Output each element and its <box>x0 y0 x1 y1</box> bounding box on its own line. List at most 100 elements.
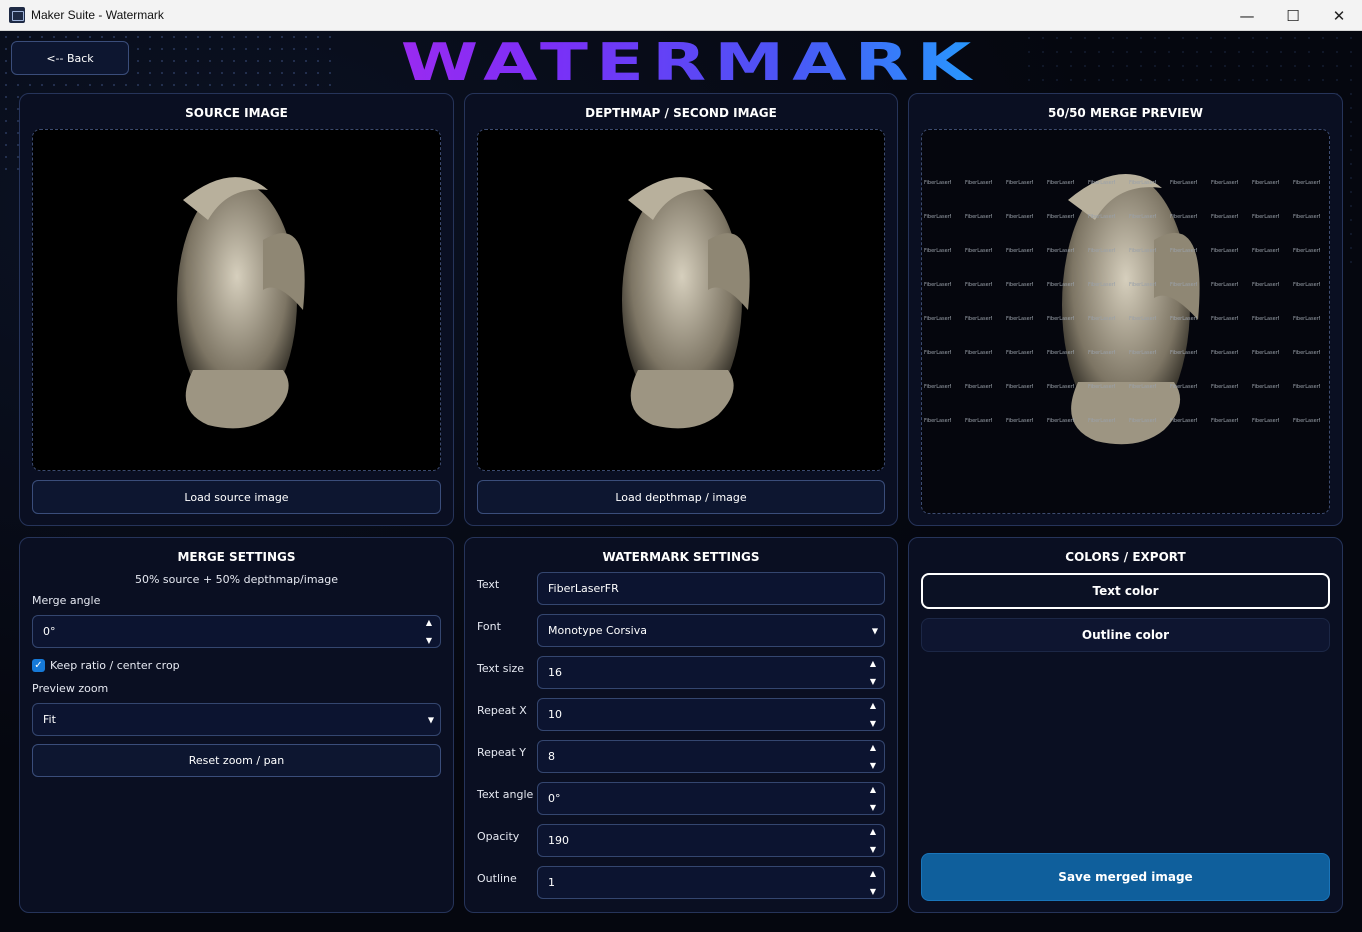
spin-arrows[interactable]: ▲ ▼ <box>422 618 436 645</box>
spin-arrows[interactable]: ▲ ▼ <box>866 701 880 728</box>
watermark-text: FiberLaserFR <box>1088 384 1115 390</box>
spin-up-icon[interactable]: ▲ <box>870 701 876 710</box>
watermark-text: FiberLaserFR <box>1088 350 1115 356</box>
watermark-text: FiberLaserFR <box>1293 316 1320 322</box>
spin-arrows[interactable]: ▲ ▼ <box>866 869 880 896</box>
text-size-input[interactable]: 16 ▲ ▼ <box>537 656 885 689</box>
depthmap-image-view[interactable] <box>477 129 885 471</box>
watermark-row: FiberLaserFR FiberLaserFR FiberLaserFR Fibe… <box>922 214 1329 248</box>
preview-zoom-dropdown[interactable]: Fit ▼ <box>32 703 441 736</box>
watermark-row: FiberLaserFR FiberLaserFR FiberLaserFR Fibe… <box>922 418 1329 452</box>
watermark-text: FiberLaserFR <box>924 384 951 390</box>
text-color-button[interactable]: Text color <box>921 573 1330 609</box>
watermark-text: FiberLaserFR <box>924 316 951 322</box>
spin-down-icon[interactable]: ▼ <box>426 636 432 645</box>
watermark-text: FiberLaserFR <box>1170 282 1197 288</box>
minimize-button[interactable]: — <box>1224 0 1270 31</box>
text-value: FiberLaserFR <box>548 582 619 595</box>
merge-angle-input[interactable]: 0° ▲ ▼ <box>32 615 441 648</box>
watermark-text: FiberLaserFR <box>965 248 992 254</box>
spin-up-icon[interactable]: ▲ <box>426 618 432 627</box>
load-depthmap-button[interactable]: Load depthmap / image <box>477 480 885 514</box>
text-size-value: 16 <box>548 666 562 679</box>
outline-color-button[interactable]: Outline color <box>921 618 1330 652</box>
watermark-text: FiberLaserFR <box>1006 180 1033 186</box>
font-dropdown[interactable]: Monotype Corsiva ▼ <box>537 614 885 647</box>
watermark-text: FiberLaserFR <box>1170 384 1197 390</box>
merge-preview-panel: 50/50 MERGE PREVIEW FiberLaserFRFiberLas… <box>908 93 1343 526</box>
watermark-text: FiberLaserFR <box>1170 180 1197 186</box>
watermark-text: FiberLaserFR <box>1006 316 1033 322</box>
spin-down-icon[interactable]: ▼ <box>870 845 876 854</box>
reset-zoom-button[interactable]: Reset zoom / pan <box>32 744 441 777</box>
panel-title: DEPTHMAP / SECOND IMAGE <box>585 106 777 120</box>
watermark-text: FiberLaserFR <box>1252 180 1279 186</box>
watermark-text: FiberLaserFR <box>924 418 951 424</box>
text-angle-input[interactable]: 0° ▲ ▼ <box>537 782 885 815</box>
back-button[interactable]: <-- Back <box>11 41 129 75</box>
watermark-text: FiberLaserFR <box>1129 248 1156 254</box>
watermark-text: FiberLaserFR <box>1252 350 1279 356</box>
merge-angle-value: 0° <box>43 625 56 638</box>
window-title: Maker Suite - Watermark <box>31 8 164 22</box>
depthmap-panel: DEPTHMAP / SECOND IMAGE Load depthmap / … <box>464 93 898 526</box>
text-input[interactable]: FiberLaserFR <box>537 572 885 605</box>
repeat-y-input[interactable]: 8 ▲ ▼ <box>537 740 885 773</box>
field-label: Text size <box>477 662 525 675</box>
spin-down-icon[interactable]: ▼ <box>870 887 876 896</box>
spin-up-icon[interactable]: ▲ <box>870 869 876 878</box>
watermark-text: FiberLaserFR <box>1293 418 1320 424</box>
watermark-text: FiberLaserFR <box>1006 282 1033 288</box>
watermark-text: FiberLaserFR <box>1047 214 1074 220</box>
watermark-row: FiberLaserFR FiberLaserFR FiberLaserFR Fibe… <box>922 350 1329 384</box>
watermark-text: FiberLaserFR <box>965 350 992 356</box>
merge-preview-view[interactable]: FiberLaserFR FiberLaserFR FiberLaserFR Fibe… <box>921 129 1330 514</box>
watermark-overlay: FiberLaserFR FiberLaserFR FiberLaserFR Fibe… <box>922 180 1329 460</box>
watermark-text: FiberLaserFR <box>1211 214 1238 220</box>
keep-ratio-label[interactable]: Keep ratio / center crop <box>50 659 180 672</box>
keep-ratio-checkbox[interactable]: ✓ <box>32 659 45 672</box>
save-merged-image-button[interactable]: Save merged image <box>921 853 1330 901</box>
watermark-text: FiberLaserFR <box>1047 180 1074 186</box>
watermark-text: FiberLaserFR <box>1088 180 1115 186</box>
watermark-text: FiberLaserFR <box>1047 384 1074 390</box>
load-source-image-button[interactable]: Load source image <box>32 480 441 514</box>
spin-arrows[interactable]: ▲ ▼ <box>866 827 880 854</box>
panel-title: 50/50 MERGE PREVIEW <box>1048 106 1203 120</box>
watermark-text: FiberLaserFR <box>924 248 951 254</box>
watermark-text: FiberLaserFR <box>1047 350 1074 356</box>
maximize-button[interactable]: ☐ <box>1270 0 1316 31</box>
watermark-text: FiberLaserFR <box>1252 248 1279 254</box>
spin-down-icon[interactable]: ▼ <box>870 803 876 812</box>
watermark-text: FiberLaserFR <box>1211 282 1238 288</box>
window-titlebar: Maker Suite - Watermark — ☐ ✕ <box>0 0 1362 31</box>
panel-title: MERGE SETTINGS <box>177 550 296 564</box>
watermark-row: FiberLaserFR FiberLaserFR FiberLaserFR Fibe… <box>922 282 1329 316</box>
spin-down-icon[interactable]: ▼ <box>870 677 876 686</box>
close-button[interactable]: ✕ <box>1316 0 1362 31</box>
spin-up-icon[interactable]: ▲ <box>870 743 876 752</box>
source-image-panel: SOURCE IMAGE Load source image <box>19 93 454 526</box>
watermark-text: FiberLaserFR <box>1293 248 1320 254</box>
merge-settings-panel: MERGE SETTINGS 50% source + 50% depthmap… <box>19 537 454 913</box>
repeat-x-input[interactable]: 10 ▲ ▼ <box>537 698 885 731</box>
watermark-text: FiberLaserFR <box>1129 316 1156 322</box>
watermark-text: FiberLaserFR <box>1293 180 1320 186</box>
spin-up-icon[interactable]: ▲ <box>870 659 876 668</box>
opacity-value: 190 <box>548 834 569 847</box>
watermark-text: FiberLaserFR <box>1129 214 1156 220</box>
source-image-view[interactable] <box>32 129 441 471</box>
watermark-row: FiberLaserFR FiberLaserFR FiberLaserFR Fibe… <box>922 248 1329 282</box>
spin-up-icon[interactable]: ▲ <box>870 785 876 794</box>
watermark-text: FiberLaserFR <box>924 350 951 356</box>
watermark-text: FiberLaserFR <box>965 418 992 424</box>
spin-down-icon[interactable]: ▼ <box>870 761 876 770</box>
outline-input[interactable]: 1 ▲ ▼ <box>537 866 885 899</box>
spin-arrows[interactable]: ▲ ▼ <box>866 785 880 812</box>
spin-arrows[interactable]: ▲ ▼ <box>866 659 880 686</box>
spin-up-icon[interactable]: ▲ <box>870 827 876 836</box>
spin-down-icon[interactable]: ▼ <box>870 719 876 728</box>
opacity-input[interactable]: 190 ▲ ▼ <box>537 824 885 857</box>
spin-arrows[interactable]: ▲ ▼ <box>866 743 880 770</box>
watermark-text: FiberLaserFR <box>1088 316 1115 322</box>
